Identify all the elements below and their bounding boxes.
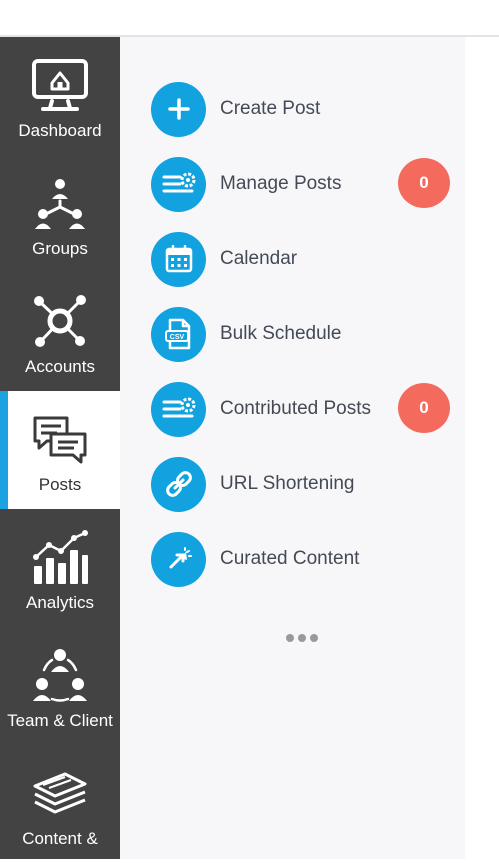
menu-item-contributed-posts[interactable]: Contributed Posts 0: [151, 381, 451, 437]
count-badge: 0: [398, 158, 450, 208]
link-icon: [151, 456, 206, 512]
sidebar-item-team-client[interactable]: Team & Client: [0, 627, 120, 745]
list-gear-icon: [151, 156, 206, 212]
menu-item-label: Create Post: [220, 98, 321, 119]
menu-item-calendar[interactable]: Calendar: [151, 231, 451, 287]
menu-item-bulk-schedule[interactable]: CSV Bulk Schedule: [151, 306, 451, 362]
sidebar: Dashboard Groups Accounts Posts Analytic…: [0, 37, 120, 859]
plus-icon: [151, 81, 206, 137]
calendar-icon: [151, 231, 206, 287]
group-tree-icon: [30, 173, 90, 233]
cursor-sparkle-icon: [151, 531, 206, 587]
more-horizontal-icon[interactable]: [286, 634, 318, 642]
menu-item-label: URL Shortening: [220, 473, 355, 494]
sidebar-item-groups[interactable]: Groups: [0, 155, 120, 273]
sidebar-item-posts[interactable]: Posts: [0, 391, 120, 509]
menu-item-label: Manage Posts: [220, 173, 342, 194]
sidebar-item-label: Groups: [32, 239, 88, 258]
sidebar-item-label: Accounts: [25, 357, 95, 376]
sidebar-item-accounts[interactable]: Accounts: [0, 273, 120, 391]
network-hub-icon: [30, 291, 90, 351]
stacked-layers-icon: [30, 763, 90, 823]
menu-item-label: Contributed Posts: [220, 398, 372, 419]
csv-file-icon: CSV: [151, 306, 206, 362]
sidebar-item-content[interactable]: Content &: [0, 745, 120, 863]
sidebar-item-label: Content &: [22, 829, 98, 848]
menu-item-create-post[interactable]: Create Post: [151, 81, 451, 137]
top-bar: [0, 0, 499, 37]
sidebar-item-dashboard[interactable]: Dashboard: [0, 37, 120, 155]
menu-item-manage-posts[interactable]: Manage Posts 0: [151, 156, 451, 212]
menu-item-label: Calendar: [220, 248, 298, 269]
monitor-home-icon: [30, 55, 90, 115]
posts-submenu-panel: Create Post Manage Posts 0 Calendar CSV …: [120, 37, 465, 859]
menu-item-curated-content[interactable]: Curated Content: [151, 531, 451, 587]
list-gear-icon: [151, 381, 206, 437]
menu-item-url-shortening[interactable]: URL Shortening: [151, 456, 451, 512]
chat-bubbles-icon: [30, 409, 90, 469]
bar-chart-trend-icon: [30, 527, 90, 587]
count-badge: 0: [398, 383, 450, 433]
svg-text:CSV: CSV: [169, 334, 184, 341]
sidebar-item-label: Dashboard: [18, 121, 102, 140]
sidebar-item-label: Posts: [38, 475, 82, 494]
menu-item-label: Curated Content: [220, 548, 360, 569]
team-circle-icon: [30, 645, 90, 705]
menu-item-label: Bulk Schedule: [220, 323, 342, 344]
sidebar-item-label: Team & Client: [7, 711, 113, 730]
sidebar-item-analytics[interactable]: Analytics: [0, 509, 120, 627]
sidebar-item-label: Analytics: [25, 593, 95, 612]
